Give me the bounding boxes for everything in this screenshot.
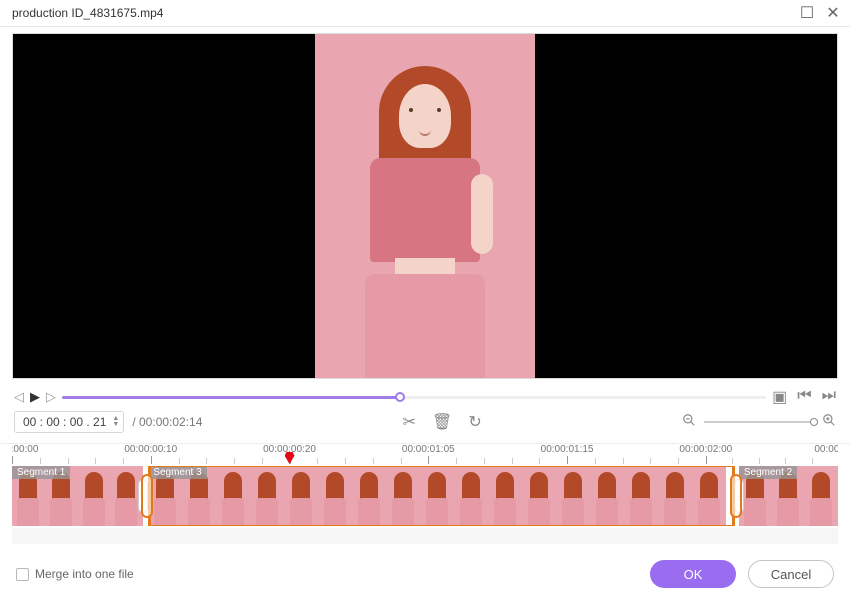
play-icon[interactable]: ▶ [30,389,40,405]
edit-toolbar: ✂ 🗑 ↻ [403,412,482,432]
close-icon[interactable]: ✕ [826,6,840,20]
timeline-ruler[interactable]: 00:00:00:0000:00:00:1000:00:00:2000:00:0… [12,444,838,466]
next-icon[interactable]: ▷ [46,389,56,405]
cut-icon[interactable]: ✂ [403,412,416,432]
segment-label: Segment 2 [739,466,797,479]
preview-frame-image [315,34,535,378]
ok-button[interactable]: OK [650,560,736,588]
step-forward-icon[interactable]: ⏭ [822,387,836,407]
timeline-clips[interactable]: Segment 1 ⋮ Segment 3 Segment 2 ⋮ [12,466,838,526]
zoom-out-icon[interactable] [682,413,696,432]
video-preview [12,33,838,379]
window-controls: ☐ ✕ [800,6,840,20]
merge-checkbox[interactable]: Merge into one file [16,567,134,581]
delete-icon[interactable]: 🗑 [432,412,452,432]
playback-bar: ◁ ▶ ▷ ▣ ⏮ ⏭ [0,383,850,407]
checkbox-icon[interactable] [16,568,29,581]
reset-icon[interactable]: ↻ [468,412,481,432]
total-duration: / 00:00:02:14 [132,415,202,429]
video-canvas [315,34,535,378]
selection-handle-left[interactable] [141,474,153,518]
current-time-input[interactable]: 00 : 00 : 00 . 21 ▲ ▼ [14,411,124,433]
zoom-in-icon[interactable] [822,413,836,432]
maximize-icon[interactable]: ☐ [800,6,814,20]
dialog-buttons: OK Cancel [650,560,834,588]
merge-strip [12,528,838,544]
zoom-controls [682,413,836,432]
selection-handle-right[interactable] [730,474,742,518]
segment-1-clip[interactable]: Segment 1 ⋮ [12,466,143,526]
segment-2-clip[interactable]: Segment 2 ⋮ [739,466,838,526]
progress-slider[interactable] [62,390,766,404]
tools-row: 00 : 00 : 00 . 21 ▲ ▼ / 00:00:02:14 ✂ 🗑 … [0,407,850,444]
step-back-icon[interactable]: ⏮ [797,387,811,407]
footer: Merge into one file OK Cancel [0,550,850,598]
playback-right-controls: ▣ ⏮ ⏭ [772,387,836,407]
window-header: production ID_4831675.mp4 ☐ ✕ [0,0,850,27]
segment-label: Segment 3 [148,466,206,479]
cancel-button[interactable]: Cancel [748,560,834,588]
spinner-down-icon[interactable]: ▼ [112,422,119,428]
previous-icon[interactable]: ◁ [14,389,24,405]
time-spinner[interactable]: ▲ ▼ [112,416,119,428]
frame-mode-icon[interactable]: ▣ [772,387,787,407]
window-title: production ID_4831675.mp4 [12,6,163,20]
segment-label: Segment 1 [12,466,70,479]
segment-3-clip[interactable]: Segment 3 [148,466,734,526]
current-time-value: 00 : 00 : 00 . 21 [23,415,106,429]
merge-label: Merge into one file [35,567,134,581]
zoom-slider[interactable] [704,421,814,423]
